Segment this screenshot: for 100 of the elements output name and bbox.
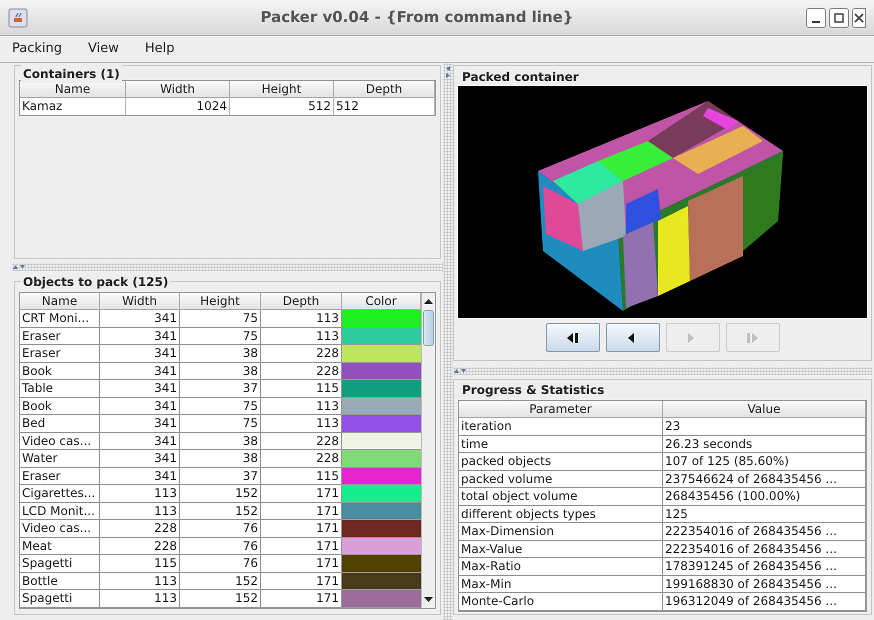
column-header[interactable]: Color: [342, 293, 421, 310]
column-header[interactable]: Depth: [334, 81, 435, 98]
table-cell: 75: [180, 398, 261, 414]
table-cell: Max-Value: [459, 540, 663, 557]
expand-arrows-icon: [12, 264, 26, 270]
table-cell: Video cas...: [20, 520, 100, 536]
column-header[interactable]: Width: [100, 293, 180, 310]
scrollbar[interactable]: [421, 293, 435, 608]
table-cell: 107 of 125 (85.60%): [663, 453, 866, 470]
table-cell: 268435456 (100.00%): [663, 488, 866, 504]
table-cell: Meat: [20, 538, 100, 554]
maximize-button[interactable]: [829, 8, 849, 28]
table-cell: 38: [180, 362, 261, 379]
table-cell: 341: [100, 345, 180, 362]
table-cell: 512: [230, 98, 334, 115]
table-cell: Max-Ratio: [459, 558, 663, 574]
table-cell: Spagetti: [20, 590, 100, 606]
table-cell: 113: [100, 502, 180, 519]
splitter[interactable]: [12, 263, 443, 271]
table-cell: packed objects: [459, 453, 663, 470]
table-cell: 341: [100, 362, 180, 379]
table-cell: time: [459, 436, 663, 452]
menu-item[interactable]: Help: [144, 39, 175, 59]
column-header[interactable]: Name: [20, 293, 100, 310]
table-cell: Eraser: [20, 328, 100, 344]
table-cell: 178391245 of 268435456 ...: [663, 558, 866, 574]
scroll-down-icon[interactable]: [424, 596, 433, 602]
table-cell: 341: [100, 328, 180, 344]
table-cell: 341: [100, 310, 180, 326]
splitter[interactable]: [453, 367, 872, 375]
table-cell: 113: [100, 485, 180, 502]
splitter[interactable]: [443, 63, 453, 620]
table-cell: Video cas...: [20, 432, 100, 449]
table-cell: 37: [180, 380, 261, 396]
table-cell: 38: [180, 432, 261, 449]
table-cell: packed volume: [459, 470, 663, 487]
table-cell: Kamaz: [20, 98, 126, 115]
table-cell: CRT Moni...: [20, 310, 100, 326]
window-title: Packer v0.04 - {From command line}: [260, 7, 574, 28]
table-cell: Max-Min: [459, 576, 663, 592]
table-cell: 26.23 seconds: [663, 436, 866, 452]
panel-title: Containers (1): [21, 65, 122, 83]
table-cell: 152: [180, 572, 261, 589]
table-cell: LCD Monit...: [20, 502, 100, 519]
table-cell: 199168830 of 268435456 ...: [663, 576, 866, 592]
maximize-icon: [834, 12, 844, 22]
menu-item[interactable]: View: [88, 39, 119, 59]
table-cell: 75: [180, 310, 261, 326]
close-button[interactable]: [852, 8, 866, 28]
table-cell: 341: [100, 432, 180, 449]
minimize-button[interactable]: [806, 8, 826, 28]
table-cell: 76: [180, 555, 261, 572]
expand-arrows-icon: [453, 368, 467, 374]
collapse-arrows-icon: [445, 65, 451, 79]
menu-item[interactable]: Packing: [12, 39, 62, 59]
table-cell: 341: [100, 380, 180, 396]
table-cell: Book: [20, 398, 100, 414]
table-cell: 341: [100, 468, 180, 484]
table-cell: 75: [180, 415, 261, 432]
scroll-up-icon[interactable]: [424, 299, 433, 304]
table-cell: Spagetti: [20, 555, 100, 572]
table-cell: 341: [100, 415, 180, 432]
table-cell: Eraser: [20, 345, 100, 362]
table-cell: 113: [100, 572, 180, 589]
table-cell: 152: [180, 485, 261, 502]
column-header[interactable]: Width: [126, 81, 230, 98]
table-cell: 1024: [126, 98, 230, 115]
table-cell: 38: [180, 450, 261, 466]
table-cell: 341: [100, 398, 180, 414]
column-header[interactable]: Value: [663, 401, 866, 418]
table-cell: iteration: [459, 418, 663, 434]
close-icon: [854, 12, 864, 22]
table-cell: 38: [180, 345, 261, 362]
table-cell: 125: [663, 506, 866, 522]
table-cell: 75: [180, 328, 261, 344]
table-cell: Monte-Carlo: [459, 593, 663, 610]
table-cell: 512: [334, 98, 435, 115]
table-cell: Water: [20, 450, 100, 466]
table-cell: 37: [180, 468, 261, 484]
table-cell: Book: [20, 362, 100, 379]
table-cell: Max-Dimension: [459, 523, 663, 540]
scroll-thumb[interactable]: [423, 310, 434, 346]
table-cell: 341: [100, 450, 180, 466]
table-cell: different objects types: [459, 506, 663, 522]
minimize-icon: [812, 20, 820, 22]
table-cell: 237546624 of 268435456 ...: [663, 470, 866, 487]
table-cell: 152: [180, 502, 261, 519]
table-cell: 222354016 of 268435456 ...: [663, 540, 866, 557]
table-cell: Bottle: [20, 572, 100, 589]
column-header[interactable]: Height: [230, 81, 334, 98]
app-icon[interactable]: [8, 8, 28, 28]
table-cell: 228: [100, 520, 180, 536]
table-cell: 76: [180, 520, 261, 536]
table-cell: 113: [100, 590, 180, 606]
step-button[interactable]: [546, 323, 600, 352]
column-header[interactable]: Depth: [261, 293, 342, 310]
table-cell: Eraser: [20, 468, 100, 484]
column-header[interactable]: Parameter: [459, 401, 663, 418]
column-header[interactable]: Height: [180, 293, 261, 310]
table-cell: Cigarettes...: [20, 485, 100, 502]
